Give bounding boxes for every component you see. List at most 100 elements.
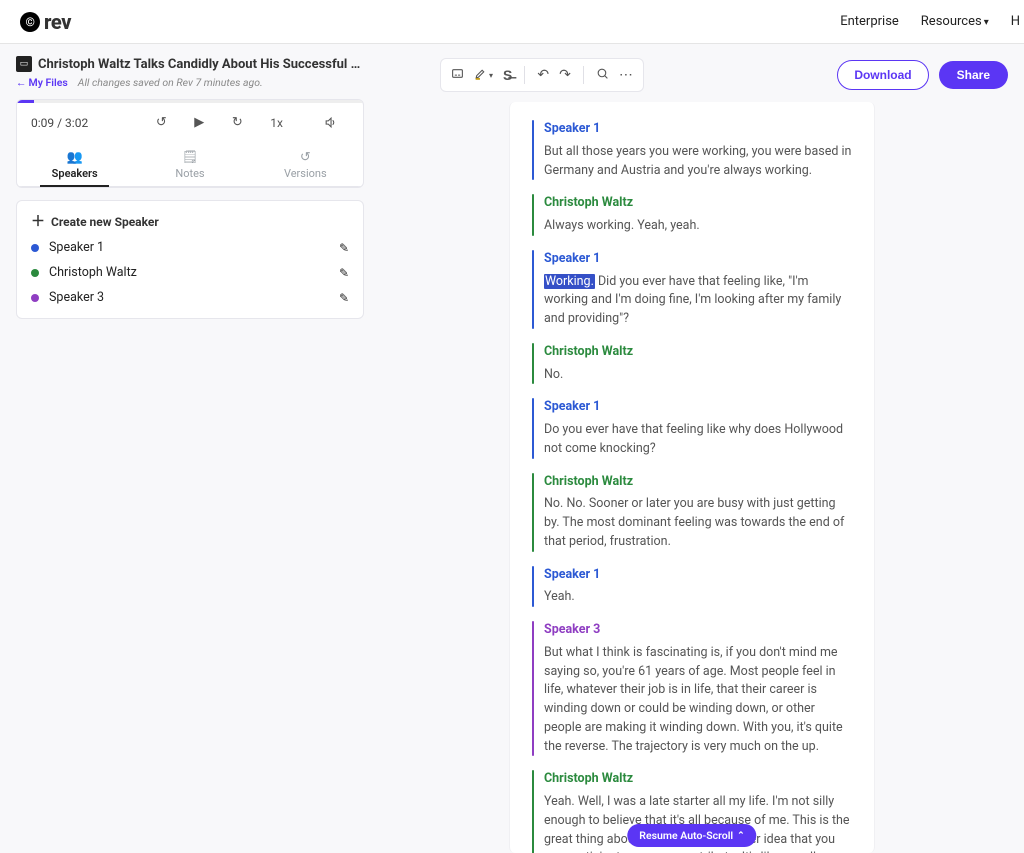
player-controls: 0:09 / 3:02 ↺ ▶ ↻ 1x [17, 103, 363, 142]
turn-color-bar [532, 120, 534, 180]
playback-speed[interactable]: 1x [270, 116, 283, 130]
turn-speaker-label[interactable]: Speaker 1 [544, 120, 852, 139]
speaker-row[interactable]: Speaker 3✎ [27, 285, 353, 310]
turn-color-bar [532, 398, 534, 458]
speaker-name: Christoph Waltz [49, 265, 339, 280]
speaker-color-dot [31, 269, 39, 277]
transcript-turn[interactable]: Christoph Waltz No. No. Sooner or later y… [532, 473, 852, 552]
turn-text[interactable]: No. No. Sooner or later you are busy wit… [544, 495, 852, 551]
progress-bar[interactable] [17, 100, 363, 103]
turn-text[interactable]: Yeah. [544, 588, 852, 607]
turn-color-bar [532, 770, 534, 853]
turn-text[interactable]: But what I think is fascinating is, if y… [544, 644, 852, 757]
panel-tabs: 👥 Speakers 🗒 Notes ↺ Versions [17, 142, 363, 187]
turn-speaker-label[interactable]: Speaker 3 [544, 621, 852, 640]
chevron-down-icon: ▾ [984, 17, 989, 28]
speaker-name: Speaker 1 [49, 240, 339, 255]
back-arrow-icon: ← [16, 76, 27, 89]
brand-logo[interactable]: © rev [20, 10, 71, 34]
search-tool-icon[interactable] [596, 67, 609, 84]
transcript-turn[interactable]: Speaker 1 Do you ever have that feeling l… [532, 398, 852, 458]
time-display: 0:09 / 3:02 [31, 116, 88, 130]
progress-fill [17, 100, 34, 103]
transcript-file-icon: ▭ [16, 56, 32, 72]
tab-versions[interactable]: ↺ Versions [248, 142, 363, 186]
transcript-turn[interactable]: Speaker 1 Working. Did you ever have that… [532, 250, 852, 329]
rewind-button[interactable]: ↺ [146, 115, 176, 130]
highlight-tool-icon[interactable]: ▾ [474, 67, 493, 84]
turn-body: Speaker 1 But all those years you were wo… [544, 120, 852, 180]
play-button[interactable]: ▶ [184, 115, 214, 130]
turn-speaker-label[interactable]: Speaker 1 [544, 566, 852, 585]
turn-speaker-label[interactable]: Speaker 1 [544, 250, 852, 269]
workspace: ▭ Christoph Waltz Talks Candidly About H… [0, 44, 1024, 853]
create-speaker-button[interactable]: ＋ Create new Speaker [27, 209, 353, 235]
nav-resources[interactable]: Resources▾ [921, 14, 989, 29]
turn-text[interactable]: But all those years you were working, yo… [544, 143, 852, 181]
resume-autoscroll-button[interactable]: Resume Auto-Scroll ⌃ [627, 824, 756, 847]
turn-text[interactable]: Always working. Yeah, yeah. [544, 217, 852, 236]
player-card: 0:09 / 3:02 ↺ ▶ ↻ 1x 👥 Speakers 🗒 Notes [16, 99, 364, 188]
speaker-name: Speaker 3 [49, 290, 339, 305]
turn-color-bar [532, 621, 534, 756]
redo-button[interactable]: ↷ [559, 67, 571, 83]
turn-text[interactable]: Working. Did you ever have that feeling … [544, 273, 852, 329]
turn-color-bar [532, 194, 534, 236]
my-files-link[interactable]: ←My Files [16, 76, 68, 89]
transcript-turn[interactable]: Speaker 3 But what I think is fascinating… [532, 621, 852, 756]
turn-color-bar [532, 473, 534, 552]
transcript-turn[interactable]: Speaker 1 Yeah. [532, 566, 852, 608]
turn-speaker-label[interactable]: Christoph Waltz [544, 194, 852, 213]
versions-icon: ↺ [248, 150, 363, 165]
turn-body: Christoph Waltz No. No. Sooner or later y… [544, 473, 852, 552]
turn-color-bar [532, 343, 534, 385]
turn-body: Christoph Waltz Always working. Yeah, yea… [544, 194, 852, 236]
turn-speaker-label[interactable]: Christoph Waltz [544, 473, 852, 492]
speaker-color-dot [31, 244, 39, 252]
more-tool-icon[interactable]: ⋯ [619, 67, 633, 83]
notes-icon: 🗒 [132, 150, 247, 165]
editor-toolbar-row: ▾ S̶ ↶ ↷ ⋯ Download Share [380, 44, 1024, 102]
center-column: ▾ S̶ ↶ ↷ ⋯ Download Share Speaker 1 But a… [380, 44, 1024, 853]
share-button[interactable]: Share [939, 61, 1008, 89]
chevron-down-icon: ▾ [489, 71, 493, 80]
transcript-turn[interactable]: Christoph Waltz No. [532, 343, 852, 385]
speakers-panel: ＋ Create new Speaker Speaker 1✎Christoph… [16, 200, 364, 319]
edit-speaker-icon[interactable]: ✎ [339, 266, 349, 280]
tab-notes[interactable]: 🗒 Notes [132, 142, 247, 186]
turn-body: Speaker 3 But what I think is fascinating… [544, 621, 852, 756]
topnav-links: Enterprise Resources▾ H [840, 14, 1024, 29]
turn-speaker-label[interactable]: Christoph Waltz [544, 343, 852, 362]
speaker-color-dot [31, 294, 39, 302]
strikethrough-tool-icon[interactable]: S̶ [503, 67, 512, 84]
toolbar-separator [583, 66, 584, 84]
chevron-up-icon: ⌃ [737, 831, 745, 841]
editor-toolbox: ▾ S̶ ↶ ↷ ⋯ [440, 58, 644, 92]
left-column: ▭ Christoph Waltz Talks Candidly About H… [0, 44, 380, 853]
turn-text[interactable]: Do you ever have that feeling like why d… [544, 421, 852, 459]
undo-button[interactable]: ↶ [537, 67, 549, 83]
turn-speaker-label[interactable]: Christoph Waltz [544, 770, 852, 789]
volume-button[interactable] [315, 116, 345, 129]
speaker-row[interactable]: Christoph Waltz✎ [27, 260, 353, 285]
edit-speaker-icon[interactable]: ✎ [339, 241, 349, 255]
turn-color-bar [532, 566, 534, 608]
file-header: ▭ Christoph Waltz Talks Candidly About H… [16, 56, 364, 72]
caption-tool-icon[interactable] [451, 67, 464, 84]
download-button[interactable]: Download [837, 60, 928, 90]
forward-button[interactable]: ↻ [222, 115, 252, 130]
nav-extra[interactable]: H [1011, 14, 1020, 29]
turn-text[interactable]: No. [544, 366, 852, 385]
turn-body: Speaker 1 Yeah. [544, 566, 852, 608]
speaker-row[interactable]: Speaker 1✎ [27, 235, 353, 260]
save-status: All changes saved on Rev 7 minutes ago. [78, 76, 263, 89]
nav-enterprise[interactable]: Enterprise [840, 14, 899, 29]
turn-body: Christoph Waltz No. [544, 343, 852, 385]
file-subheader: ←My Files All changes saved on Rev 7 min… [16, 76, 364, 89]
transcript-turn[interactable]: Speaker 1 But all those years you were wo… [532, 120, 852, 180]
transcript-panel[interactable]: Speaker 1 But all those years you were wo… [509, 102, 875, 853]
turn-speaker-label[interactable]: Speaker 1 [544, 398, 852, 417]
transcript-turn[interactable]: Christoph Waltz Always working. Yeah, yea… [532, 194, 852, 236]
edit-speaker-icon[interactable]: ✎ [339, 291, 349, 305]
tab-speakers[interactable]: 👥 Speakers [17, 142, 132, 186]
